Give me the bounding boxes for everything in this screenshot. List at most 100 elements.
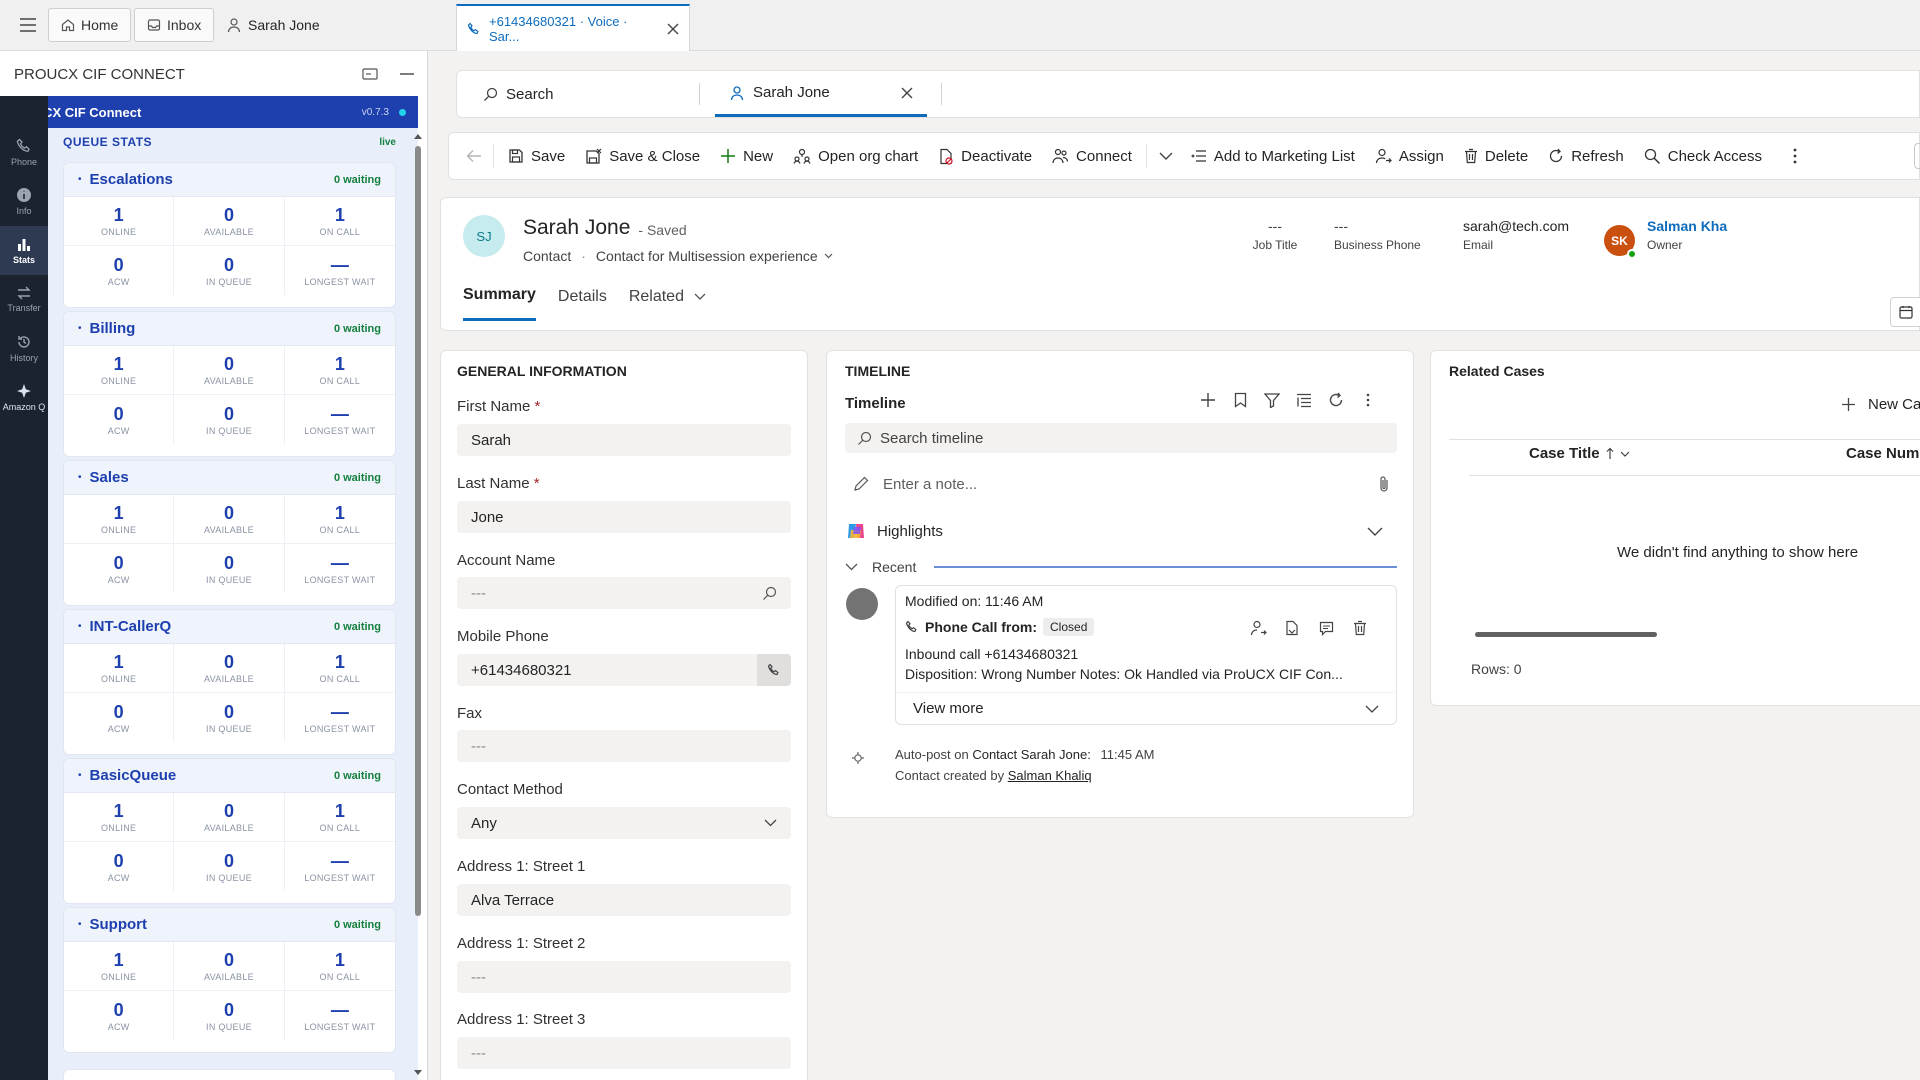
timeline-search-input[interactable]: Search timeline [845,423,1397,453]
connect-button[interactable]: Connect [1042,133,1142,179]
note-input[interactable]: Enter a note... [845,469,1397,499]
street1-field[interactable]: Alva Terrace [457,884,791,916]
queue-card[interactable]: • Sales 0 waiting 1 ONLINE 0 AVAILABLE 1 ON CALL… [63,460,396,606]
home-tab[interactable]: Home [48,8,132,42]
street1-label: Address 1: Street 1 [457,858,586,875]
queue-card-header[interactable]: • Billing 0 waiting [64,312,395,346]
street3-field[interactable]: --- [457,1037,791,1069]
presence-available-dot [1627,249,1637,259]
stat-acw: 0 ACW [64,693,175,742]
attachment-icon[interactable] [1379,475,1389,493]
trash-icon[interactable] [1350,618,1370,638]
sort-list-icon[interactable] [1293,389,1315,411]
nav-item-transfer[interactable]: Transfer [0,275,48,324]
queue-card[interactable]: • BasicQueue 0 waiting 1 ONLINE 0 AVAILABLE 1 ON… [63,758,396,904]
created-by-link[interactable]: Salman Khaliq [1008,768,1092,783]
command-bar-overflow-control[interactable] [1914,143,1920,169]
header-field-job-title: --- Job Title [1241,218,1309,252]
nav-item-amazon-q[interactable]: Amazon Q [0,373,48,422]
save-button[interactable]: Save [498,133,575,179]
stat-label: AVAILABLE [204,525,254,535]
queue-card-header[interactable]: • BasicQueue 0 waiting [64,759,395,793]
save-close-button[interactable]: Save & Close [575,133,710,179]
nav-item-info[interactable]: Info [0,177,48,226]
recent-group-header[interactable]: Recent [845,556,1397,578]
new-button[interactable]: New [710,133,783,179]
minimize-icon[interactable] [400,72,414,76]
tab-details[interactable]: Details [558,288,607,320]
highlights-row[interactable]: Highlights [845,515,1397,547]
form-selector[interactable]: Contact for Multisession experience [596,248,833,264]
more-options-icon[interactable] [1357,389,1379,411]
stat-online: 1 ONLINE [64,197,175,246]
chevron-down-icon [824,253,833,259]
bookmark-icon[interactable] [1229,389,1251,411]
cif-scrollbar[interactable] [412,128,424,1080]
check-access-button[interactable]: Check Access [1634,133,1772,179]
open-org-chart-button[interactable]: Open org chart [783,133,928,179]
assign-button[interactable]: Assign [1365,133,1454,179]
deactivate-button[interactable]: Deactivate [928,133,1042,179]
contact-tab[interactable]: Sarah Jone [715,71,927,117]
call-phone-icon[interactable] [757,654,791,686]
stat-value: 1 [113,801,124,821]
queue-card-header[interactable]: • Sales 0 waiting [64,461,395,495]
mobile-phone-field[interactable]: +61434680321 [457,654,791,686]
queue-card[interactable]: • INT-CallerQ 0 waiting 1 ONLINE 0 AVAILABLE 1 O… [63,609,396,755]
open-record-icon[interactable] [1282,618,1302,638]
email-value[interactable]: sarah@tech.com [1463,218,1583,234]
delete-button[interactable]: Delete [1454,133,1538,179]
stat-label: AVAILABLE [204,674,254,684]
search-tab[interactable]: Search [469,71,709,117]
assign-icon[interactable] [1248,618,1268,638]
fax-field[interactable]: --- [457,730,791,762]
view-more-button[interactable]: View more [897,692,1395,724]
refresh-icon[interactable] [1325,389,1347,411]
calendar-icon[interactable] [1890,297,1920,327]
chevron-down-icon[interactable] [1151,133,1181,179]
queue-card[interactable]: • Support 0 waiting 1 ONLINE 0 AVAILABLE 1 ON CA… [63,907,396,1053]
queue-card-header[interactable]: • Escalations 0 waiting [64,163,395,197]
horizontal-scrollbar[interactable] [1475,632,1657,637]
queue-card-header[interactable]: • Support 0 waiting [64,908,395,942]
queue-card[interactable]: • Escalations 0 waiting 1 ONLINE 0 AVAILABLE 1 O… [63,162,396,308]
refresh-button[interactable]: Refresh [1538,133,1634,179]
search-icon[interactable] [762,586,777,601]
contact-session-tab[interactable]: Sarah Jone [226,8,320,42]
new-case-button[interactable]: New Ca [1841,396,1920,413]
last-name-field[interactable]: Jone [457,501,791,533]
more-commands-icon[interactable] [1778,133,1812,179]
street2-field[interactable]: --- [457,961,791,993]
back-arrow-icon[interactable] [459,133,489,179]
inbox-tab[interactable]: Inbox [134,8,215,42]
filter-icon[interactable] [1261,389,1283,411]
voice-session-tab[interactable]: +61434680321 · Voice · Sar... [456,4,690,51]
add-icon[interactable] [1197,389,1219,411]
queue-card-header[interactable]: • INT-CallerQ 0 waiting [64,610,395,644]
stat-on-call: 1 ON CALL [284,644,395,693]
nav-item-history[interactable]: History [0,324,48,373]
inbox-icon [147,18,161,32]
popout-icon[interactable] [362,68,378,80]
first-name-field[interactable]: Sarah [457,424,791,456]
nav-item-phone[interactable]: Phone [0,128,48,177]
tab-summary[interactable]: Summary [463,286,536,321]
voice-session-tab-label: +61434680321 · Voice · Sar... [489,13,628,44]
street2-label: Address 1: Street 2 [457,935,586,952]
queue-card[interactable]: • Billing 0 waiting 1 ONLINE 0 AVAILABLE 1 ON CA… [63,311,396,457]
stat-on-call: 1 ON CALL [284,197,395,246]
account-name-field[interactable]: --- [457,577,791,609]
close-tab-icon[interactable] [667,23,679,35]
comment-icon[interactable] [1316,618,1336,638]
column-header-case-number[interactable]: Case Numb [1846,445,1920,462]
tab-related[interactable]: Related [629,288,706,320]
hamburger-menu-icon[interactable] [14,12,42,38]
column-header-case-title[interactable]: Case Title [1529,445,1630,462]
close-tab-icon[interactable] [901,87,913,99]
activity-card[interactable]: Modified on: 11:46 AM Phone Call from: C… [895,585,1397,725]
owner-name[interactable]: Salman Kha [1647,218,1727,234]
contact-method-select[interactable]: Any [457,807,791,839]
nav-item-stats[interactable]: Stats [0,226,48,275]
add-to-marketing-list-button[interactable]: Add to Marketing List [1181,133,1365,179]
copilot-icon [845,520,867,542]
